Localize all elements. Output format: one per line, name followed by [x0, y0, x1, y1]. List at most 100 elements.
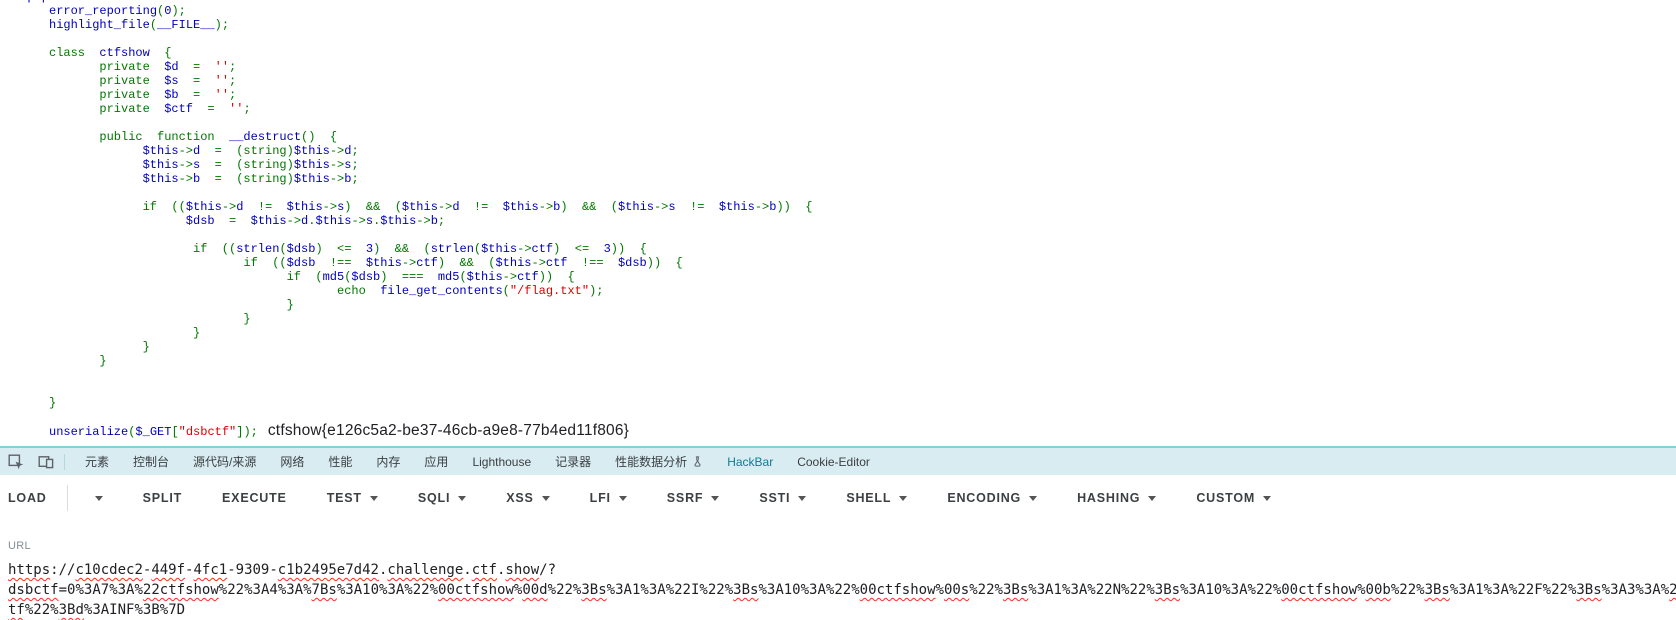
tab-label: 性能: [328, 453, 352, 470]
inspect-icon[interactable]: [6, 452, 26, 472]
chevron-down-icon: [1263, 496, 1271, 501]
xss-button[interactable]: XSS: [506, 491, 549, 505]
tab-控制台[interactable]: 控制台: [121, 448, 181, 475]
tab-label: Cookie-Editor: [797, 455, 870, 469]
code-line: [13, 32, 1676, 46]
button-label: LOAD: [8, 491, 47, 505]
devtools-tabbar-tabs: 元素控制台源代码/来源 网络 性能内存应用 Lighthouse 记录器 性能数据分析 Ha…: [73, 448, 882, 475]
button-label: SHELL: [846, 491, 891, 505]
hackbar-panel: LOAD SPLIT EXECUTE TEST SQLI XSS LFI SSRF SSTI SH…: [0, 481, 1676, 620]
tab-cookie-editor[interactable]: Cookie-Editor: [785, 448, 882, 475]
button-label: HASHING: [1077, 491, 1140, 505]
chevron-down-icon: [542, 496, 550, 501]
chevron-down-icon: [458, 496, 466, 501]
encoding-button[interactable]: ENCODING: [947, 491, 1037, 505]
code-line: }: [13, 326, 1676, 340]
tab-label: 性能数据分析: [615, 453, 687, 470]
code-line: }: [13, 298, 1676, 312]
code-line: }: [13, 312, 1676, 326]
shell-button[interactable]: SHELL: [846, 491, 907, 505]
code-line: $dsb = $this->d.$this->s.$this->b;: [13, 214, 1676, 228]
php-source: <?phperror_reporting(0);highlight_file(_…: [0, 0, 1676, 446]
url-section: URL https://c10cdec2-449f-4fc1-9309-c1b2…: [0, 540, 1676, 620]
tab-性能[interactable]: 性能: [316, 448, 364, 475]
button-label: EXECUTE: [222, 491, 287, 505]
url-label: URL: [8, 540, 1676, 552]
code-line: if ((strlen($dsb) <= 3) && (strlen($this…: [13, 242, 1676, 256]
tab-label: 记录器: [555, 453, 591, 470]
code-line: private $s = '';: [13, 74, 1676, 88]
tab-label: 源代码/来源: [193, 453, 256, 470]
code-line: [13, 228, 1676, 242]
tab-label: HackBar: [727, 455, 773, 469]
code-line: class ctfshow {: [13, 46, 1676, 60]
custom-button[interactable]: CUSTOM: [1196, 491, 1271, 505]
devtools-panel: 元素控制台源代码/来源 网络 性能内存应用 Lighthouse 记录器 性能数据分析 Ha…: [0, 446, 1676, 618]
code-line: if (($dsb !== $this->ctf) && ($this->ctf…: [13, 256, 1676, 270]
url-line: https://c10cdec2-449f-4fc1-9309-c1b2495e…: [8, 560, 1676, 580]
code-line: [13, 382, 1676, 396]
button-label: CUSTOM: [1196, 491, 1255, 505]
code-line: private $ctf = '';: [13, 102, 1676, 116]
tab-元素[interactable]: 元素: [73, 448, 121, 475]
chevron-down-icon: [370, 496, 378, 501]
chevron-down-icon: [1148, 496, 1156, 501]
tab-lighthouse[interactable]: Lighthouse: [460, 448, 543, 475]
chevron-down-icon: [619, 496, 627, 501]
experiment-icon: [692, 456, 703, 467]
tab-网络[interactable]: 网络: [268, 448, 316, 475]
code-line: if (md5($dsb) === md5($this->ctf)) {: [13, 270, 1676, 284]
url-input[interactable]: https://c10cdec2-449f-4fc1-9309-c1b2495e…: [8, 560, 1676, 620]
chevron-down-icon: [798, 496, 806, 501]
code-line: if (($this->d != $this->s) && ($this->d …: [13, 200, 1676, 214]
execute-button[interactable]: EXECUTE: [222, 491, 287, 505]
button-label: SSRF: [667, 491, 704, 505]
tab-label: 网络: [280, 453, 304, 470]
code-line: private $d = '';: [13, 60, 1676, 74]
tab-记录器[interactable]: 记录器: [543, 448, 603, 475]
chevron-down-icon: [1029, 496, 1037, 501]
code-line: [13, 186, 1676, 200]
sqli-button[interactable]: SQLI: [418, 491, 466, 505]
button-label: LFI: [590, 491, 611, 505]
code-line: echo file_get_contents("/flag.txt");: [13, 284, 1676, 298]
ssti-button[interactable]: SSTI: [759, 491, 806, 505]
code-line: unserialize($_GET["dsbctf"]);ctfshow{e12…: [13, 424, 1676, 438]
chevron-down-icon: [711, 496, 719, 501]
ssrf-button[interactable]: SSRF: [667, 491, 720, 505]
code-line: [13, 116, 1676, 130]
test-button[interactable]: TEST: [327, 491, 378, 505]
tab-应用[interactable]: 应用: [412, 448, 460, 475]
code-line: [13, 410, 1676, 424]
button-label: XSS: [506, 491, 533, 505]
split-button[interactable]: SPLIT: [143, 491, 182, 505]
url-line: tf%22%3Bd%3AINF%3B%7D: [8, 600, 1676, 620]
code-line: highlight_file(__FILE__);: [13, 18, 1676, 32]
devtools-tabbar: 元素控制台源代码/来源 网络 性能内存应用 Lighthouse 记录器 性能数据分析 Ha…: [0, 446, 1676, 475]
tabbar-icons: [4, 452, 62, 472]
url-line: dsbctf=0%3A7%3A%22ctfshow%22%3A4%3A%7Bs%…: [8, 580, 1676, 600]
chevron-down-icon: [95, 496, 103, 501]
tab-label: Lighthouse: [472, 455, 531, 469]
code-line: }: [13, 396, 1676, 410]
load-dropdown-button[interactable]: [87, 496, 103, 501]
lfi-button[interactable]: LFI: [590, 491, 627, 505]
button-label: TEST: [327, 491, 362, 505]
code-line: [13, 368, 1676, 382]
code-line: public function __destruct() {: [13, 130, 1676, 144]
code-line: }: [13, 354, 1676, 368]
button-label: SSTI: [759, 491, 790, 505]
code-line: $this->s = (string)$this->s;: [13, 158, 1676, 172]
tab-hackbar[interactable]: HackBar: [715, 448, 785, 475]
tab-性能数据分析[interactable]: 性能数据分析: [603, 448, 715, 475]
code-line: private $b = '';: [13, 88, 1676, 102]
code-line: $this->b = (string)$this->b;: [13, 172, 1676, 186]
hackbar-toolbar: LOAD SPLIT EXECUTE TEST SQLI XSS LFI SSRF SSTI SH…: [0, 481, 1676, 515]
toolbar-divider: [67, 485, 68, 511]
hashing-button[interactable]: HASHING: [1077, 491, 1156, 505]
tab-源代码/来源[interactable]: 源代码/来源: [181, 448, 268, 475]
tab-内存[interactable]: 内存: [364, 448, 412, 475]
tab-label: 应用: [424, 453, 448, 470]
load-button[interactable]: LOAD: [8, 491, 47, 505]
device-toolbar-icon[interactable]: [36, 452, 56, 472]
